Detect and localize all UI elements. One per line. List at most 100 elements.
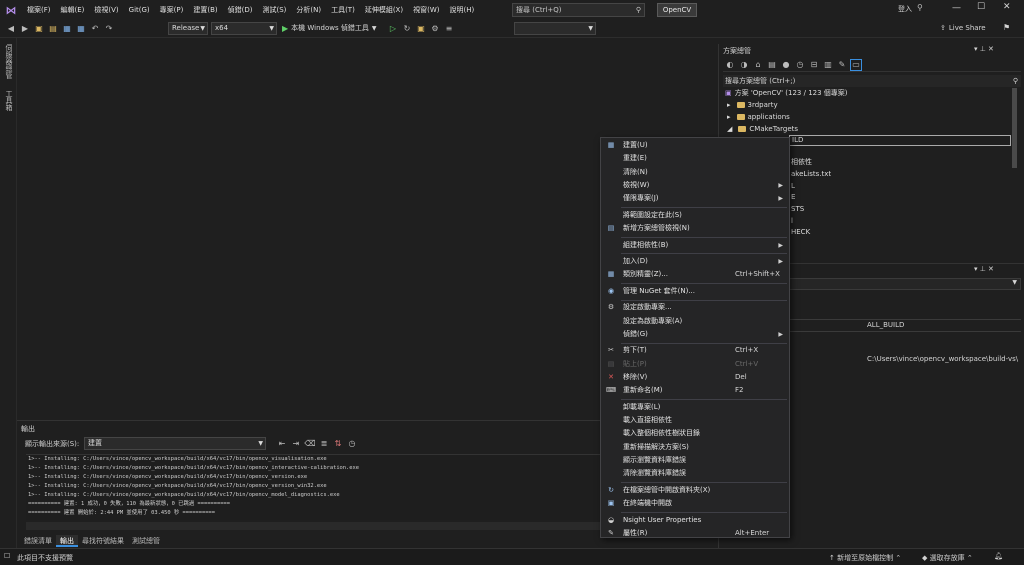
context-menu-item[interactable]: ▤ 貼上(P) Ctrl+V <box>601 358 789 371</box>
feedback-icon[interactable]: ⚑ <box>1003 23 1010 32</box>
extra-select[interactable]: ▼ <box>514 22 596 35</box>
notifications-icon[interactable]: 🔔︎ <box>994 552 1003 560</box>
platform-select[interactable]: x64 ▼ <box>211 22 277 35</box>
maximize-button[interactable]: ☐ <box>977 2 985 12</box>
context-menu-item[interactable]: 組建相依性(B) ▶ <box>601 239 789 252</box>
tree-item-cmaketargets[interactable]: ◢ CMakeTargets <box>727 124 798 135</box>
switch-view-icon[interactable]: ▤ <box>766 59 778 71</box>
context-menu-item[interactable]: ▦ 類別精靈(Z)... Ctrl+Shift+X <box>601 268 789 281</box>
open-icon[interactable]: ▤ <box>47 22 59 34</box>
context-menu-item[interactable]: ▦ 建置(U) <box>601 139 789 152</box>
context-menu-item[interactable]: 載入整個相依性樹狀目錄 <box>601 427 789 440</box>
word-wrap-icon[interactable]: ≣ <box>318 437 330 449</box>
tree-item[interactable]: E <box>791 192 795 203</box>
menu-item[interactable]: 偵錯(D) <box>223 0 258 20</box>
redo-icon[interactable]: ↷ <box>103 22 115 34</box>
back-icon[interactable]: ◐ <box>724 59 736 71</box>
context-menu-item[interactable]: ✕ 移除(V) Del <box>601 371 789 384</box>
menu-item[interactable]: 檢視(V) <box>89 0 123 20</box>
preview-icon[interactable]: ▭ <box>850 58 862 71</box>
context-menu-item[interactable]: 清除(N) <box>601 166 789 179</box>
tree-item[interactable]: 相依性 <box>791 157 812 168</box>
bottom-tab[interactable]: 輸出 <box>56 535 78 547</box>
context-menu-item[interactable]: ⌨ 重新命名(M) F2 <box>601 384 789 397</box>
save-icon[interactable]: ▦ <box>61 22 73 34</box>
start-without-debug-icon[interactable]: ▷ <box>387 22 399 34</box>
tree-item-applications[interactable]: ▸ applications <box>727 112 790 123</box>
save-all-icon[interactable]: ▦ <box>75 22 87 34</box>
context-menu-item[interactable]: ▤ 新增方案總管檢視(N) <box>601 222 789 235</box>
context-menu-item[interactable]: 卸載專案(L) <box>601 401 789 414</box>
add-source-control-button[interactable]: ↑ 新增至原始檔控制 ⌃ <box>829 553 901 563</box>
live-share-button[interactable]: ⇪ Live Share <box>940 24 986 32</box>
forward-icon[interactable]: ◑ <box>738 59 750 71</box>
select-repo-button[interactable]: ◆ 選取存放庫 ⌃ <box>922 553 973 563</box>
comment-icon[interactable]: ≡ <box>443 22 455 34</box>
bottom-tab[interactable]: 錯誤清單 <box>20 535 56 547</box>
tools-icon[interactable]: ⚙ <box>429 22 441 34</box>
back-icon[interactable]: ◀ <box>5 22 17 34</box>
solution-search-input[interactable]: 搜尋方案總管 (Ctrl+;) ⚲ <box>723 75 1021 87</box>
home-icon[interactable]: ⌂ <box>752 59 764 71</box>
menu-item[interactable]: 編輯(E) <box>56 0 90 20</box>
context-menu-item[interactable]: 加入(D) ▶ <box>601 255 789 268</box>
bottom-tab[interactable]: 尋找符號結果 <box>78 535 128 547</box>
context-menu-item[interactable]: ⚙ 設定啟動專案... <box>601 301 789 314</box>
context-menu-item[interactable]: 重建(E) <box>601 152 789 165</box>
menu-item[interactable]: Git(G) <box>124 0 155 20</box>
menu-item[interactable]: 說明(H) <box>444 0 479 20</box>
tree-item[interactable]: L <box>791 181 795 192</box>
context-menu-item[interactable]: 重新掃描解決方案(S) <box>601 441 789 454</box>
context-menu-item[interactable]: 設定為啟動專案(A) <box>601 315 789 328</box>
prev-message-icon[interactable]: ⇤ <box>276 437 288 449</box>
tree-item[interactable]: akeLists.txt <box>791 169 831 180</box>
sync-icon[interactable]: ● <box>780 59 792 71</box>
collapse-all-icon[interactable]: ⊟ <box>808 59 820 71</box>
context-menu-item[interactable]: ✎ 屬性(R) Alt+Enter <box>601 527 789 540</box>
context-menu-item[interactable]: 清除瀏覽資料庫錯誤 <box>601 467 789 480</box>
next-message-icon[interactable]: ⇥ <box>290 437 302 449</box>
menu-item[interactable]: 分析(N) <box>291 0 326 20</box>
window-layout-icon[interactable]: ▣ <box>415 22 427 34</box>
context-menu-item[interactable]: 僅限專案(J) ▶ <box>601 192 789 205</box>
menu-item[interactable]: 視窗(W) <box>408 0 444 20</box>
context-menu-item[interactable]: 檢視(W) ▶ <box>601 179 789 192</box>
menu-item[interactable]: 建置(B) <box>188 0 222 20</box>
toggle-icon[interactable]: ⇅ <box>332 437 344 449</box>
context-menu-item[interactable]: ▣ 在終端機中開啟 <box>601 497 789 510</box>
tree-item[interactable]: STS <box>791 204 804 215</box>
menu-item[interactable]: 測試(S) <box>257 0 291 20</box>
clock-icon[interactable]: ◷ <box>346 437 358 449</box>
context-menu-item[interactable]: ◒ Nsight User Properties <box>601 514 789 527</box>
show-all-files-icon[interactable]: ▥ <box>822 59 834 71</box>
search-input[interactable]: 搜尋 (Ctrl+Q) ⚲ <box>512 3 645 17</box>
tree-item-3rdparty[interactable]: ▸ 3rdparty <box>727 100 778 111</box>
tree-item-selected[interactable]: ILD <box>789 135 1011 146</box>
minimize-button[interactable]: — <box>952 3 961 13</box>
bottom-tab[interactable]: 測試總管 <box>128 535 164 547</box>
panel-menu-icon[interactable]: ▾ ⊥ ✕ <box>974 45 994 53</box>
forward-icon[interactable]: ▶ <box>19 22 31 34</box>
vs-logo-icon[interactable]: ⋈ <box>0 0 22 20</box>
new-project-icon[interactable]: ▣ <box>33 22 45 34</box>
config-select[interactable]: Release ▼ <box>168 22 208 35</box>
run-button[interactable]: ▶ 本機 Windows 偵錯工具 ▼ <box>282 23 376 33</box>
context-menu-item[interactable]: ↻ 在檔案總管中開啟資料夾(X) <box>601 484 789 497</box>
menu-item[interactable]: 專案(P) <box>155 0 189 20</box>
close-button[interactable]: ✕ <box>1003 2 1011 12</box>
pending-changes-icon[interactable]: ◷ <box>794 59 806 71</box>
undo-icon[interactable]: ↶ <box>89 22 101 34</box>
signin-link[interactable]: 登入 <box>898 4 912 14</box>
tree-item[interactable]: HECK <box>791 227 810 238</box>
server-explorer-tab[interactable]: 伺服器總管 <box>4 44 14 79</box>
output-source-select[interactable]: 建置 ▼ <box>84 437 266 450</box>
context-menu-item[interactable]: ✂ 剪下(T) Ctrl+X <box>601 344 789 357</box>
context-menu-item[interactable]: 偵錯(G) ▶ <box>601 328 789 341</box>
toolbox-tab[interactable]: 工具箱 <box>4 90 14 111</box>
context-menu-item[interactable]: 將範圍設定在此(S) <box>601 209 789 222</box>
tree-item[interactable]: l <box>791 216 793 227</box>
account-icon[interactable]: ⚲ <box>917 3 923 12</box>
panel-menu-icon[interactable]: ▾ ⊥ ✕ <box>974 265 994 273</box>
menu-item[interactable]: 檔案(F) <box>22 0 56 20</box>
solution-node[interactable]: ▣ 方案 'OpenCV' (123 / 123 個專案) <box>725 88 848 99</box>
